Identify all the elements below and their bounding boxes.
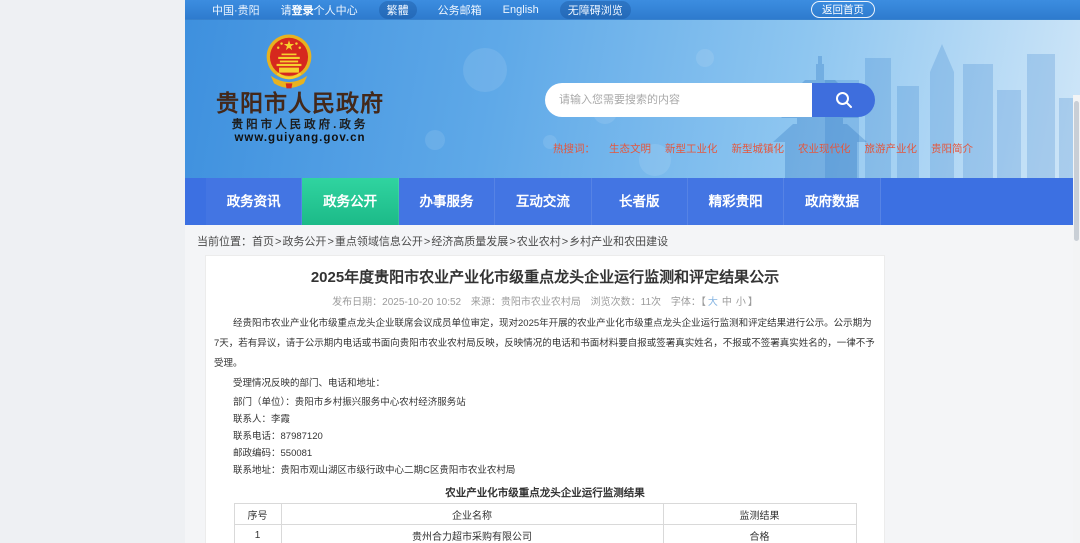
cell-company-name: 贵州合力超市采购有限公司 [280, 524, 664, 543]
login-prefix: 请 [280, 4, 292, 17]
nav-tab[interactable]: 长者版 [591, 178, 688, 225]
contact-detail-line: 邮政编码：550081 [233, 448, 313, 459]
font-size-large-button[interactable]: 大 [708, 297, 718, 308]
accessibility-link[interactable]: 无障碍浏览 [559, 0, 631, 19]
content-area: 当前位置： 首页政务公开重点领域信息公开经济高质量发展农业农村乡村产业和农田建设… [185, 225, 1080, 543]
breadcrumb-link[interactable]: 重点领域信息公开 [335, 236, 431, 248]
scrollbar[interactable] [1073, 95, 1080, 543]
site-container: 中国·贵阳 请登录个人中心 繁體 公务邮箱 English 无障碍浏览 返回首页 [185, 0, 1080, 543]
page: { "utility_bar": { "region": "中国·贵阳", "l… [0, 0, 1080, 543]
login-emphasis: 登录 [291, 4, 314, 17]
nav-tab[interactable]: 互动交流 [495, 178, 592, 225]
hot-search-label: 热搜词： [553, 143, 595, 155]
hot-search-tag[interactable]: 贵阳简介 [931, 141, 973, 156]
breadcrumb-link[interactable]: 政务公开 [282, 236, 334, 248]
nav-tab[interactable]: 办事服务 [398, 178, 496, 225]
table-caption: 农业产业化市级重点龙头企业运行监测结果 [445, 487, 645, 499]
breadcrumb: 当前位置： 首页政务公开重点领域信息公开经济高质量发展农业农村乡村产业和农田建设 [185, 225, 1080, 249]
publish-date: 发布日期：2025-10-20 10:52 [332, 297, 462, 308]
view-count: 浏览次数：11次 [590, 297, 662, 308]
article-card: 2025年度贵阳市农业产业化市级重点龙头企业运行监测和评定结果公示 发布日期：2… [205, 255, 885, 543]
cell-result: 合格 [662, 524, 857, 543]
article-paragraph: 经贵阳市农业产业化市级重点龙头企业联席会议成员单位审定，现对2025年开展的农业… [214, 318, 875, 369]
hot-search-tag[interactable]: 新型工业化 [665, 141, 718, 156]
table-row: 1 贵州合力超市采购有限公司 合格 [233, 524, 857, 543]
hot-search-row: 热搜词： 生态文明 新型工业化 新型城镇化 农业现代化 旅游产业化 贵阳简介 [553, 141, 973, 156]
site-url: www.guiyang.gov.cn [234, 132, 366, 144]
site-title: 贵阳市人民政府 [216, 90, 384, 116]
breadcrumb-link[interactable]: 乡村产业和农田建设 [569, 236, 668, 248]
breadcrumb-link[interactable]: 农业农村 [517, 236, 569, 248]
nav-tab[interactable]: 政务公开 [302, 178, 399, 225]
traditional-chinese-toggle[interactable]: 繁體 [378, 0, 417, 19]
site-subtitle: 贵阳市人民政府.政务 [231, 119, 369, 131]
login-suffix: 个人中心 [313, 4, 358, 17]
article-source: 来源：贵阳市农业农村局 [470, 297, 581, 308]
article-meta: 发布日期：2025-10-20 10:52 来源：贵阳市农业农村局 浏览次数：1… [214, 293, 876, 308]
nav-tab[interactable]: 政务资讯 [206, 178, 303, 225]
header-cell-result: 监测结果 [662, 503, 857, 525]
hot-search-tag[interactable]: 农业现代化 [798, 141, 851, 156]
contact-detail-line: 部门（单位）：贵阳市乡村振兴服务中心农村经济服务站 [233, 397, 466, 408]
contact-detail-line: 联系地址：贵阳市观山湖区市级行政中心二期C区贵阳市农业农村局 [233, 465, 516, 476]
region-label: 中国·贵阳 [212, 4, 260, 17]
scrollbar-thumb[interactable] [1074, 101, 1079, 241]
header-banner: 贵阳市人民政府 贵阳市人民政府.政务 www.guiyang.gov.cn 热搜… [185, 20, 1080, 178]
contact-detail-line: 联系人：李霞 [233, 414, 291, 425]
header-cell-num: 序号 [233, 503, 282, 525]
search-input[interactable] [545, 83, 812, 117]
nav-tab[interactable]: 精彩贵阳 [687, 178, 785, 225]
font-size-label: 字体：【 [670, 297, 706, 308]
font-size-label-close: 】 [747, 297, 758, 308]
english-link[interactable]: English [503, 4, 539, 16]
official-mail-link[interactable]: 公务邮箱 [438, 2, 482, 18]
breadcrumb-label: 当前位置： [197, 236, 252, 248]
back-home-button[interactable]: 返回首页 [811, 1, 875, 18]
article-title: 2025年度贵阳市农业产业化市级重点龙头企业运行监测和评定结果公示 [310, 269, 780, 286]
contact-details: 部门（单位）：贵阳市乡村振兴服务中心农村经济服务站 联系人：李霞联系电话：8798… [214, 394, 876, 479]
utility-bar: 中国·贵阳 请登录个人中心 繁體 公务邮箱 English 无障碍浏览 返回首页 [185, 0, 1080, 20]
magnifier-icon [835, 92, 852, 108]
nav-tab[interactable]: 政府数据 [784, 178, 881, 225]
cell-num: 1 [233, 524, 282, 543]
contact-detail-line: 联系电话：87987120 [233, 431, 323, 442]
hot-search-tag[interactable]: 生态文明 [609, 141, 651, 156]
search-button[interactable] [812, 83, 875, 117]
breadcrumb-link[interactable]: 经济高质量发展 [431, 236, 516, 248]
login-link[interactable]: 请登录个人中心 [281, 2, 358, 18]
monitoring-result-table: 序号 企业名称 监测结果 1 贵州合力超市采购有限公司 合格 [233, 503, 857, 543]
article-paragraph: 受理情况反映的部门、电话和地址： [233, 378, 386, 389]
search-bar [545, 83, 875, 117]
main-nav: 政务资讯 政务公开 办事服务 互动交流 长者版 精彩贵阳 政府数据 [185, 178, 1080, 225]
header-cell-name: 企业名称 [280, 503, 664, 525]
hot-search-tag[interactable]: 旅游产业化 [865, 141, 918, 156]
hot-search-tag[interactable]: 新型城镇化 [732, 141, 785, 156]
breadcrumb-link[interactable]: 首页 [252, 236, 282, 248]
national-emblem [266, 34, 312, 89]
font-size-medium-button[interactable]: 中 [722, 297, 732, 308]
font-size-small-button[interactable]: 小 [736, 297, 746, 308]
table-header-row: 序号 企业名称 监测结果 [233, 503, 857, 525]
